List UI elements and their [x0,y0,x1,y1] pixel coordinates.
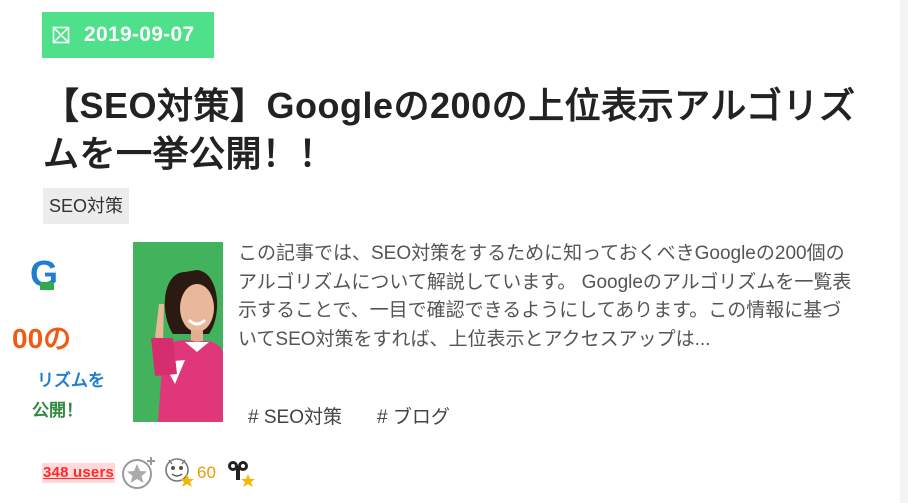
woman-pointing-photo [133,242,223,422]
tag-list: # SEO対策 # ブログ [248,402,450,429]
social-bar: 348 users 60 [42,456,256,490]
thumbnail-line4: 公開！ [32,401,83,420]
article-thumbnail[interactable]: G 00の リズムを 公開！ [0,242,125,422]
thumbnail-line3: リズムを [37,370,105,390]
post-date: 2019-09-07 [84,23,195,46]
thumbnail-graphic: G 00の リズムを 公開！ [0,242,125,422]
tag-seo[interactable]: # SEO対策 [248,402,342,429]
post-title[interactable]: 【SEO対策】Googleの200の上位表示アルゴリズムを一挙公開！！ [43,82,873,178]
article-photo[interactable] [133,242,223,422]
post-excerpt: この記事では、SEO対策をするために知っておくべきGoogleの200個のアルゴ… [238,243,852,350]
pocket-icon[interactable] [226,456,256,490]
add-star-icon[interactable] [121,456,157,490]
thumbnail-line2: 00の [12,323,71,354]
category-label[interactable]: SEO対策 [43,188,130,224]
page-edge [900,0,908,503]
article-card: 2019-09-07 【SEO対策】Googleの200の上位表示アルゴリズムを… [0,0,900,503]
hatena-users-count[interactable]: 348 users [42,463,116,483]
date-badge: 2019-09-07 [42,12,214,58]
calendar-icon [52,26,70,44]
feedly-icon[interactable] [163,456,195,490]
feedly-count: 60 [197,463,216,482]
tag-blog[interactable]: # ブログ [377,402,450,429]
